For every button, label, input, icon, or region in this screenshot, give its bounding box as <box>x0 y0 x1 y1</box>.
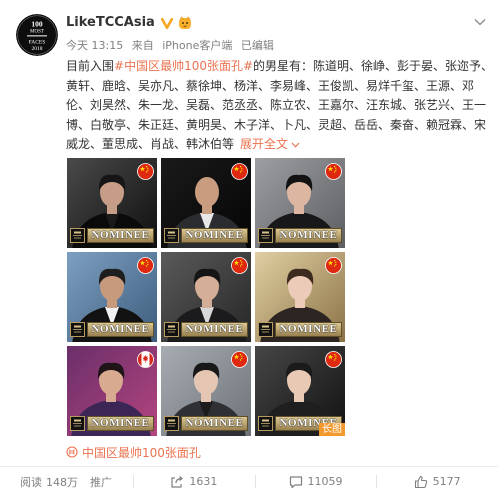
nominee-banner: NOMINEE <box>70 227 154 244</box>
read-stats: 阅读 148万 推广 <box>0 467 133 496</box>
username-link[interactable]: LikeTCCAsia <box>66 14 155 32</box>
comment-icon <box>289 475 302 488</box>
post-time-link[interactable]: 今天 13:15 <box>66 39 123 52</box>
nominee-label: NOMINEE <box>87 416 154 431</box>
read-label: 阅读 <box>20 475 42 489</box>
china-flag-icon <box>325 257 342 274</box>
photo-thumbnail[interactable]: NOMINEE 长图 <box>255 346 345 436</box>
action-bar: 阅读 148万 推广 1631 11059 5177 <box>0 466 498 496</box>
china-flag-icon <box>231 163 248 180</box>
nominee-banner: NOMINEE <box>164 415 248 432</box>
post-text-segment: 目前入围 <box>66 59 115 73</box>
comment-count: 11059 <box>307 475 343 488</box>
like-count: 5177 <box>432 475 461 488</box>
nominee-label: NOMINEE <box>181 322 248 337</box>
chevron-down-icon[interactable] <box>474 18 486 26</box>
nominee-label: NOMINEE <box>87 322 154 337</box>
long-image-badge: 长图 <box>319 423 345 436</box>
share-button[interactable]: 1631 <box>133 467 255 496</box>
nominee-label: NOMINEE <box>181 228 248 243</box>
avatar-logo: 100 MOST FACES 2018 <box>16 14 58 56</box>
member-badge-icon[interactable] <box>178 16 192 30</box>
nominee-logo <box>70 228 85 243</box>
nominee-banner: NOMINEE <box>258 227 342 244</box>
photo-thumbnail[interactable]: NOMINEE <box>255 252 345 342</box>
nominee-logo <box>258 416 273 431</box>
photo-thumbnail[interactable]: NOMINEE <box>161 158 251 248</box>
topic-icon <box>66 446 78 458</box>
svg-text:MOST: MOST <box>30 30 44 35</box>
verified-icon[interactable] <box>160 16 174 30</box>
nominee-banner: NOMINEE <box>164 321 248 338</box>
nominee-label: NOMINEE <box>275 322 342 337</box>
photo-thumbnail[interactable]: NOMINEE <box>67 252 157 342</box>
nominee-logo <box>70 416 85 431</box>
photo-thumbnail[interactable]: NOMINEE <box>255 158 345 248</box>
svg-text:2018: 2018 <box>32 46 43 52</box>
source-link[interactable]: iPhone客户端 <box>162 39 232 52</box>
china-flag-icon <box>137 163 154 180</box>
expand-full-text-link[interactable]: 展开全文 <box>240 135 300 155</box>
share-count: 1631 <box>189 475 218 488</box>
post-meta: 今天 13:15 来自 iPhone客户端 已编辑 <box>66 39 279 53</box>
nominee-label: NOMINEE <box>275 228 342 243</box>
nominee-banner: NOMINEE <box>70 321 154 338</box>
promote-link[interactable]: 推广 <box>90 474 112 490</box>
post-text-segment: 威龙、董思成、肖战、韩沐伯等 <box>66 137 235 151</box>
expand-label: 展开全文 <box>240 137 289 151</box>
post-text-line: 伦、刘昊然、朱一龙、吴磊、范丞丞、陈立农、王嘉尔、汪东城、张艺兴、王一 <box>66 98 487 112</box>
china-flag-icon <box>325 351 342 368</box>
like-button[interactable]: 5177 <box>376 467 498 496</box>
photo-thumbnail[interactable]: NOMINEE <box>161 252 251 342</box>
svg-text:FACES: FACES <box>29 40 46 46</box>
china-flag-icon <box>325 163 342 180</box>
svg-text:100: 100 <box>31 20 43 29</box>
post-text-line: 目前入围#中国区最帅100张面孔#的男星有：陈道明、徐峥、彭于晏、张迩予、 <box>66 57 496 77</box>
read-value: 148万 <box>46 475 78 489</box>
avatar[interactable]: 100 MOST FACES 2018 <box>16 14 58 56</box>
weibo-post-card: 100 MOST FACES 2018 LikeTCCAsia 今天 13:15… <box>0 0 498 495</box>
nominee-logo <box>258 322 273 337</box>
post-text-segment: 的男星有：陈道明、徐峥、彭于晏、张迩予、 <box>253 59 494 73</box>
topic-label: 中国区最帅100张面孔 <box>82 445 201 460</box>
thumbs-up-icon <box>414 475 427 488</box>
hashtag-link[interactable]: #中国区最帅100张面孔# <box>114 59 253 73</box>
photo-grid: NOMINEE NOMINEE NOMINEE NOMINEE NOMINEE NOMIN… <box>67 158 345 436</box>
photo-thumbnail[interactable]: NOMINEE <box>161 346 251 436</box>
share-icon <box>171 475 184 488</box>
nominee-banner: NOMINEE <box>258 321 342 338</box>
source-prefix: 来自 <box>131 39 154 52</box>
nominee-logo <box>164 416 179 431</box>
nominee-label: NOMINEE <box>181 416 248 431</box>
nominee-banner: NOMINEE <box>164 227 248 244</box>
nominee-logo <box>70 322 85 337</box>
post-header: LikeTCCAsia <box>66 14 192 32</box>
edited-label: 已编辑 <box>240 39 274 52</box>
photo-thumbnail[interactable]: NOMINEE <box>67 158 157 248</box>
chevron-down-icon <box>291 142 300 148</box>
nominee-logo <box>164 228 179 243</box>
comment-button[interactable]: 11059 <box>254 467 377 496</box>
post-text-line: 黄轩、鹿晗、吴亦凡、蔡徐坤、杨洋、李易峰、王俊凯、易烊千玺、王源、邓 <box>66 78 475 93</box>
china-flag-icon <box>137 257 154 274</box>
nominee-label: NOMINEE <box>87 228 154 243</box>
china-flag-icon <box>231 351 248 368</box>
post-text-line: 博、白敬亭、朱正廷、黄明昊、木子洋、卜凡、灵超、岳岳、秦奋、赖冠霖、宋 <box>66 117 487 132</box>
topic-link[interactable]: 中国区最帅100张面孔 <box>66 444 201 460</box>
canada-flag-icon <box>137 351 154 368</box>
china-flag-icon <box>231 257 248 274</box>
photo-thumbnail[interactable]: NOMINEE <box>67 346 157 436</box>
post-text-line: 威龙、董思成、肖战、韩沐伯等 展开全文 <box>66 135 496 155</box>
read-count: 阅读 148万 <box>20 474 78 490</box>
nominee-banner: NOMINEE <box>70 415 154 432</box>
nominee-logo <box>164 322 179 337</box>
nominee-logo <box>258 228 273 243</box>
post-text: 目前入围#中国区最帅100张面孔#的男星有：陈道明、徐峥、彭于晏、张迩予、 黄轩… <box>66 57 496 155</box>
